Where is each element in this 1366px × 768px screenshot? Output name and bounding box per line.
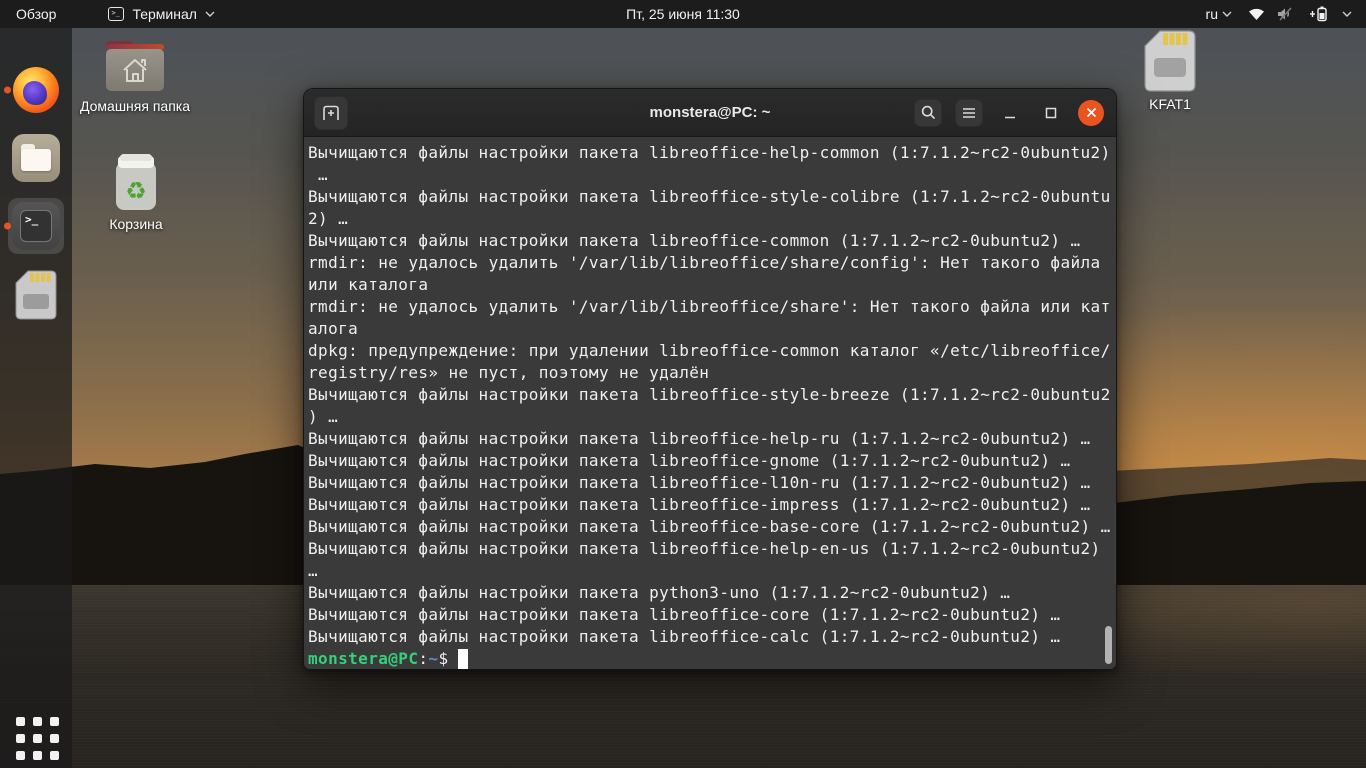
sd-card-icon: [1144, 30, 1196, 92]
chevron-down-icon: [1222, 11, 1232, 17]
terminal-prompt: monstera@PC: ~ $: [308, 648, 1116, 669]
trash-icon: ♻: [116, 154, 156, 210]
close-icon: [1086, 107, 1096, 118]
dock: >_: [0, 28, 72, 768]
sd-card-icon: [15, 270, 57, 320]
close-button[interactable]: [1078, 99, 1104, 126]
running-indicator-dot: [4, 222, 11, 230]
terminal-line: Вычищаются файлы настройки пакета libreo…: [308, 605, 1061, 624]
desktop-icon-home-folder[interactable]: Домашняя папка: [75, 36, 195, 114]
wifi-icon: [1249, 8, 1264, 20]
svg-text:♻: ♻: [125, 178, 147, 205]
terminal-line: Вычищаются файлы настройки пакета libreo…: [308, 429, 1091, 448]
search-button[interactable]: [914, 98, 942, 127]
terminal-line: …: [308, 165, 329, 184]
home-folder-icon: [106, 41, 164, 91]
terminal-line: Вычищаются файлы настройки пакета libreo…: [308, 385, 1111, 404]
terminal-line: Вычищаются файлы настройки пакета libreo…: [308, 143, 1111, 162]
desktop-icon-label: Корзина: [109, 216, 163, 232]
terminal-app-icon: >_: [108, 7, 125, 21]
search-icon: [921, 105, 935, 120]
system-menu-button[interactable]: [1248, 6, 1352, 22]
chevron-down-icon: [1342, 11, 1352, 17]
keyboard-layout-label: ru: [1205, 6, 1218, 22]
prompt-user-host: monstera@PC: [308, 649, 419, 668]
terminal-line: Вычищаются файлы настройки пакета python…: [308, 583, 1011, 602]
terminal-line: 2) …: [308, 209, 349, 228]
terminal-line: rmdir: не удалось удалить '/var/lib/libr…: [308, 297, 1111, 316]
terminal-line: registry/res» не пуст, поэтому не удалён: [308, 363, 710, 382]
terminal-line: ) …: [308, 407, 339, 426]
terminal-icon: >_: [12, 202, 60, 250]
maximize-icon: [1045, 107, 1057, 118]
keyboard-layout-button[interactable]: ru: [1206, 6, 1232, 22]
terminal-line: алога: [308, 319, 359, 338]
prompt-symbol: $: [438, 649, 449, 668]
terminal-output: Вычищаются файлы настройки пакета libreo…: [308, 142, 1116, 648]
maximize-button[interactable]: [1037, 99, 1065, 127]
desktop-icon-kfat1-drive[interactable]: KFAT1: [1110, 30, 1230, 112]
hamburger-menu-icon: [963, 107, 975, 118]
terminal-line: rmdir: не удалось удалить '/var/lib/libr…: [308, 253, 1101, 272]
terminal-scrollbar[interactable]: [1105, 626, 1112, 664]
volume-muted-icon: [1278, 7, 1292, 21]
show-applications-button[interactable]: [14, 715, 59, 760]
terminal-titlebar[interactable]: monstera@PC: ~: [304, 89, 1116, 137]
terminal-line: Вычищаются файлы настройки пакета libreo…: [308, 451, 1071, 470]
desktop-icon-label: KFAT1: [1149, 96, 1191, 112]
menu-button[interactable]: [955, 98, 983, 127]
terminal-line: Вычищаются файлы настройки пакета libreo…: [308, 231, 1081, 250]
prompt-separator: :: [418, 649, 429, 668]
terminal-line: dpkg: предупреждение: при удалении libre…: [308, 341, 1111, 360]
terminal-line: Вычищаются файлы настройки пакета libreo…: [308, 539, 1101, 558]
battery-charging-icon: [1310, 6, 1327, 22]
terminal-line: или каталога: [308, 275, 429, 294]
clock-label: Пт, 25 июня 11:30: [626, 6, 740, 22]
activities-label: Обзор: [16, 6, 57, 22]
firefox-icon: [13, 67, 59, 113]
files-icon: [12, 134, 60, 182]
dock-item-terminal[interactable]: >_: [4, 198, 64, 254]
activities-button[interactable]: Обзор: [0, 0, 72, 28]
terminal-cursor: [457, 649, 468, 669]
dock-item-sdcard[interactable]: [8, 267, 64, 323]
minimize-icon: [1005, 116, 1015, 118]
desktop: Обзор >_ Терминал Пт, 25 июня 11:30 ru >…: [0, 0, 1366, 768]
desktop-icon-trash[interactable]: ♻ Корзина: [76, 152, 196, 232]
minimize-button[interactable]: [996, 99, 1024, 127]
app-menu-label: Терминал: [132, 6, 197, 22]
app-menu-button[interactable]: >_ Терминал: [100, 0, 222, 28]
dock-item-files[interactable]: [8, 130, 64, 186]
terminal-line: Вычищаются файлы настройки пакета libreo…: [308, 187, 1111, 206]
terminal-window: monstera@PC: ~ Вычищаются файлы настройк…: [303, 88, 1117, 670]
terminal-line: Вычищаются файлы настройки пакета libreo…: [308, 495, 1091, 514]
running-indicator-dot: [4, 86, 11, 94]
new-tab-icon: [323, 105, 339, 120]
terminal-body[interactable]: Вычищаются файлы настройки пакета libreo…: [304, 137, 1116, 669]
terminal-line: Вычищаются файлы настройки пакета libreo…: [308, 473, 1091, 492]
new-tab-button[interactable]: [314, 95, 348, 130]
chevron-down-icon: [205, 11, 215, 17]
terminal-line: Вычищаются файлы настройки пакета libreo…: [308, 627, 1061, 646]
desktop-icon-label: Домашняя папка: [79, 98, 191, 114]
terminal-line: …: [308, 561, 319, 580]
prompt-path: ~: [428, 649, 439, 668]
dock-item-firefox[interactable]: [4, 62, 64, 118]
terminal-line: Вычищаются файлы настройки пакета libreo…: [308, 517, 1111, 536]
top-bar: Обзор >_ Терминал Пт, 25 июня 11:30 ru: [0, 0, 1366, 28]
